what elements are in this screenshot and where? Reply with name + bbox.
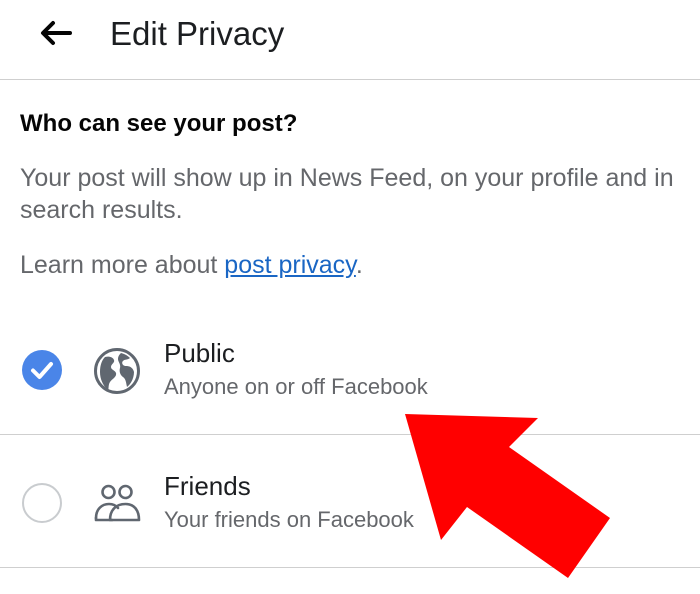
section-heading: Who can see your post?	[20, 110, 298, 137]
back-arrow-icon[interactable]	[36, 14, 74, 52]
option-subtitle-public: Anyone on or off Facebook	[164, 374, 428, 399]
learn-more-text: Learn more about post privacy.	[20, 249, 363, 281]
globe-icon	[94, 348, 140, 394]
option-subtitle-friends: Your friends on Facebook	[164, 507, 414, 532]
privacy-description: Your post will show up in News Feed, on …	[20, 164, 674, 224]
privacy-option-friends[interactable]: Friends Your friends on Facebook	[0, 436, 700, 568]
page-title: Edit Privacy	[110, 15, 285, 52]
app-bar: Edit Privacy	[0, 0, 700, 80]
privacy-option-public[interactable]: Public Anyone on or off Facebook	[0, 303, 700, 435]
checkmark-icon	[31, 362, 53, 379]
learn-more-prefix: Learn more about	[20, 251, 225, 279]
public-radio-checked[interactable]	[22, 350, 62, 390]
friends-radio-unchecked[interactable]	[22, 483, 62, 523]
learn-more-suffix: .	[355, 251, 363, 279]
option-title-public: Public	[164, 338, 235, 368]
post-privacy-link[interactable]: post privacy	[224, 251, 356, 279]
friends-icon	[94, 484, 141, 522]
option-title-friends: Friends	[164, 471, 251, 501]
